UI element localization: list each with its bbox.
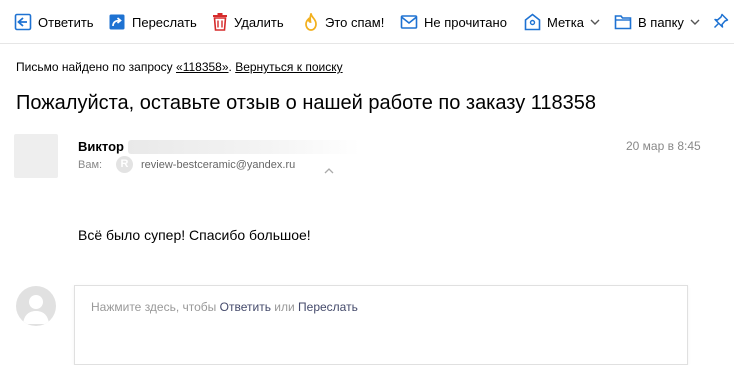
user-silhouette-icon [23,295,49,324]
reply-hint-middle: или [270,300,299,314]
envelope-icon [400,14,418,30]
message-body: Всё было супер! Спасибо большое! [78,227,311,243]
folder-icon [614,14,632,30]
chevron-down-icon [590,19,600,25]
move-to-folder-label: В папку [638,14,684,30]
quick-reply-box[interactable]: Нажмите здесь, чтобы Ответить или Пересл… [74,285,688,365]
move-to-folder-dropdown[interactable]: В папку [614,12,700,32]
quick-forward-link[interactable]: Переслать [298,300,358,314]
user-avatar [16,286,56,326]
reply-icon [14,13,32,31]
sender-name[interactable]: Виктор [78,139,124,154]
message-subject: Пожалуйста, оставьте отзыв о нашей работ… [16,92,597,114]
sender-avatar[interactable] [14,134,58,178]
spam-label: Это спам! [325,14,385,30]
quick-reply-link[interactable]: Ответить [220,300,271,314]
forward-button[interactable]: Переслать [108,12,197,32]
search-result-notice: Письмо найдено по запросу «118358». Верн… [16,60,343,74]
quick-reply-hint: Нажмите здесь, чтобы Ответить или Пересл… [91,300,358,314]
label-dropdown[interactable]: Метка [524,12,600,32]
reply-button[interactable]: Ответить [14,12,94,32]
sender-email-redacted [128,140,360,154]
pin-icon [713,13,729,31]
back-to-search-link[interactable]: Вернуться к поиску [235,60,342,74]
mark-unread-label: Не прочитано [424,14,507,30]
chevron-up-icon[interactable] [324,161,334,179]
delete-label: Удалить [234,14,284,30]
forward-icon [108,13,126,31]
search-query-link[interactable]: «118358» [176,60,229,74]
pin-button[interactable] [713,12,729,32]
mark-unread-button[interactable]: Не прочитано [400,12,507,32]
search-notice-prefix: Письмо найдено по запросу [16,60,177,74]
spam-button[interactable]: Это спам! [303,12,384,32]
delete-button[interactable]: Удалить [212,12,284,32]
recipient-avatar: R [116,156,133,173]
recipient-label: Вам: [78,159,103,171]
message-date: 20 мар в 8:45 [626,139,701,153]
spam-fire-icon [303,13,319,31]
recipient-email[interactable]: review-bestceramic@yandex.ru [141,159,295,171]
tag-icon [524,13,541,31]
forward-label: Переслать [132,14,197,30]
reply-label: Ответить [38,14,94,30]
trash-icon [212,13,228,31]
message-toolbar: Ответить Переслать Удалить Это спам! Не … [0,0,734,44]
label-dropdown-label: Метка [547,14,584,30]
chevron-down-icon [690,19,700,25]
reply-hint-prefix: Нажмите здесь, чтобы [91,300,220,314]
